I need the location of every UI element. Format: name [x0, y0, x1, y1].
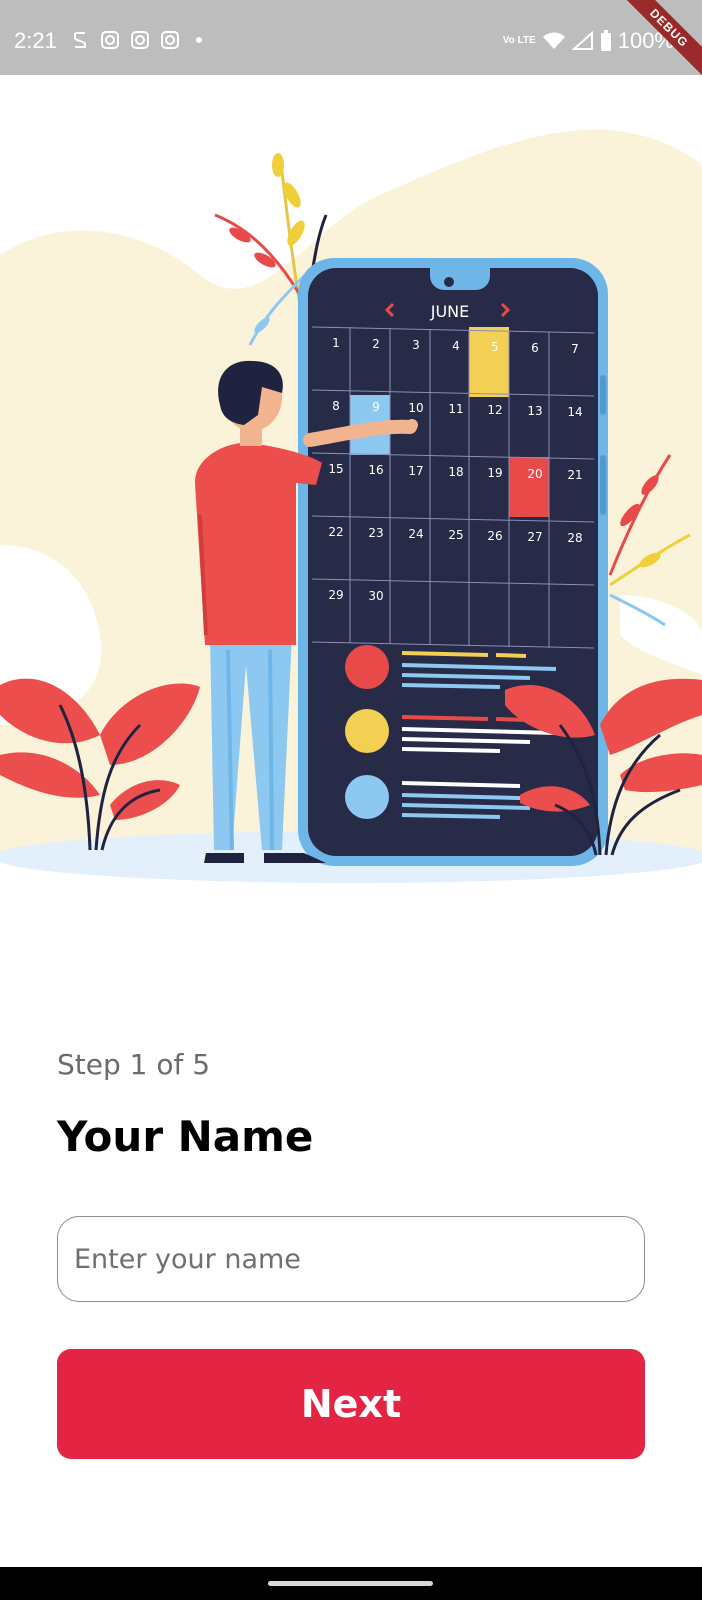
volte-icon: Vo LTE: [502, 35, 536, 46]
calendar-illustration: JUNE 1 2 3 4 5 6 78 9 10 11 12 13 1415 16 17 18 19 20 2122…: [0, 129, 702, 883]
calendar-day: 13: [527, 404, 542, 418]
calendar-day: 11: [448, 402, 463, 416]
list-dot-yellow: [345, 709, 389, 753]
name-input[interactable]: [57, 1216, 645, 1302]
calendar-day: 19: [487, 466, 502, 480]
instagram-icon: [161, 31, 179, 49]
highlight-day-20: [509, 457, 549, 517]
calendar-day: 30: [368, 589, 383, 603]
calendar-day: 14: [567, 405, 582, 419]
page-title: Your Name: [57, 1112, 314, 1161]
highlight-day-5: [469, 327, 509, 397]
calendar-day: 10: [408, 401, 423, 415]
calendar-day: 1: [332, 336, 340, 350]
instagram-icon: [101, 31, 119, 49]
calendar-day: 20: [527, 467, 542, 481]
calendar-day: 29: [328, 588, 343, 602]
next-button[interactable]: Next: [57, 1349, 645, 1459]
status-time: 2:21: [14, 28, 57, 53]
calendar-day: 5: [491, 340, 499, 354]
more-notifications-dot: [196, 37, 202, 43]
home-indicator[interactable]: [268, 1581, 433, 1586]
notification-icons: [70, 30, 202, 50]
list-dot-blue: [345, 775, 389, 819]
phone-calendar: JUNE 1 2 3 4 5 6 78 9 10 11 12 13 1415 16 17 18 19 20 2122…: [298, 258, 608, 866]
calendar-day: 8: [332, 399, 340, 413]
wifi-icon: [542, 32, 565, 49]
calendar-day: 2: [372, 337, 380, 351]
calendar-day: 17: [408, 464, 423, 478]
calendar-day: 28: [567, 531, 582, 545]
list-dot-red: [345, 645, 389, 689]
calendar-day: 27: [527, 530, 542, 544]
status-bar: 2:21 Vo LTE 100% DEBUG: [0, 0, 702, 89]
calendar-day: 3: [412, 338, 420, 352]
calendar-month-label: JUNE: [430, 302, 470, 321]
calendar-day: 9: [372, 400, 380, 414]
calendar-day: 18: [448, 465, 463, 479]
notification-app-icon: [74, 32, 86, 48]
calendar-day: 4: [452, 339, 460, 353]
calendar-day: 15: [328, 462, 343, 476]
calendar-day: 21: [567, 468, 582, 482]
calendar-day: 24: [408, 527, 423, 541]
step-indicator: Step 1 of 5: [57, 1048, 211, 1081]
calendar-day: 12: [487, 403, 502, 417]
navigation-bar: [0, 1567, 702, 1600]
instagram-icon: [131, 31, 149, 49]
calendar-day: 22: [328, 525, 343, 539]
calendar-day: 6: [531, 341, 539, 355]
calendar-day: 7: [571, 342, 579, 356]
calendar-day: 23: [368, 526, 383, 540]
signal-icon: [571, 31, 593, 50]
calendar-day: 26: [487, 529, 502, 543]
calendar-day: 25: [448, 528, 463, 542]
system-icons: Vo LTE 100%: [503, 28, 674, 54]
battery-icon: [600, 30, 611, 51]
calendar-day: 16: [368, 463, 383, 477]
